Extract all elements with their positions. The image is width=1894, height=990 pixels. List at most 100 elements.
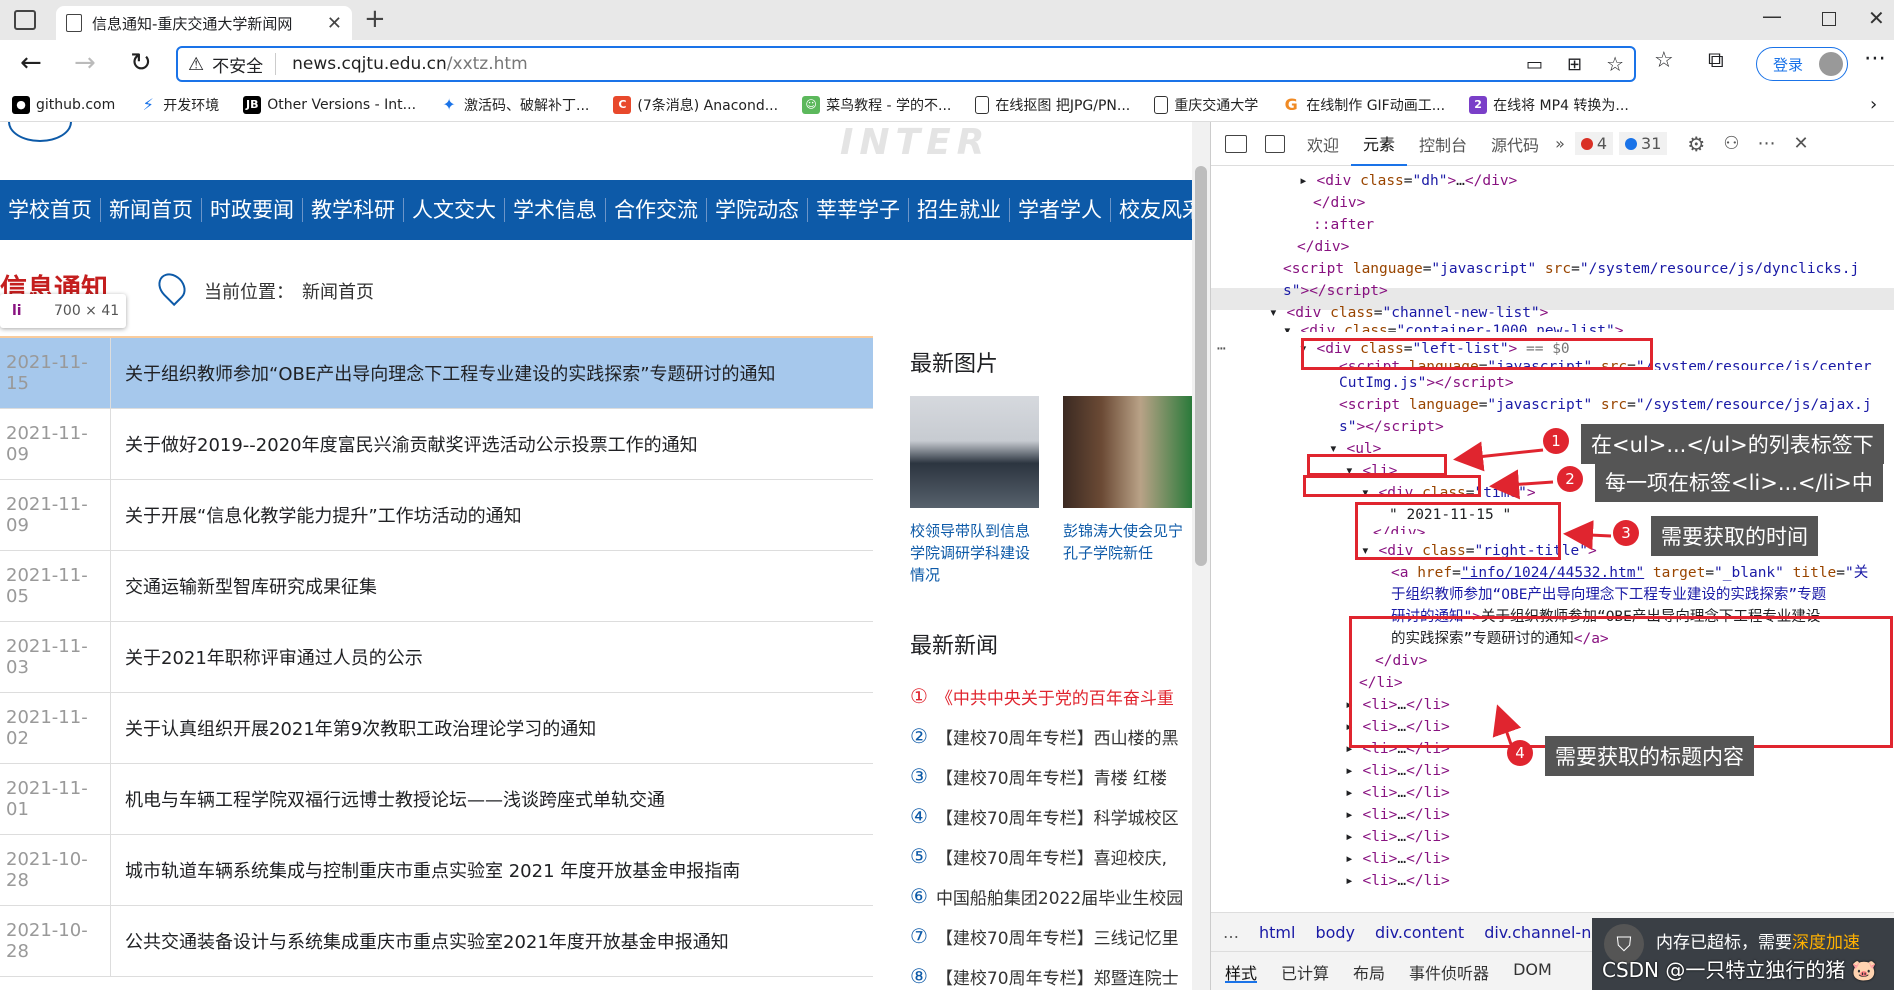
dom-line[interactable]: ▸ <li>…</li> (1345, 804, 1450, 826)
latest-news-item[interactable]: ③ 【建校70周年专栏】青楼 红楼 (910, 756, 1192, 796)
news-title[interactable]: 关于2021年职称评审通过人员的公示 (110, 622, 423, 692)
collections-icon[interactable]: ⧉ (1708, 48, 1724, 73)
dom-line[interactable]: </div> (1313, 192, 1365, 214)
latest-news-text[interactable]: 【建校70周年专栏】喜迎校庆, (936, 844, 1167, 869)
news-title[interactable]: 城市轨道车辆系统集成与控制重庆市重点实验室 2021 年度开放基金申报指南 (110, 835, 740, 905)
back-icon[interactable]: ← (20, 48, 42, 78)
nav-item[interactable]: 合作交流 (606, 198, 707, 222)
tab-actions-icon[interactable] (14, 10, 36, 30)
bookmark-item[interactable]: ☺ 菜鸟教程 - 学的不... (790, 95, 963, 115)
news-row[interactable]: 2021-11-15 关于组织教师参加“OBE产出导向理念下工程专业建设的实践探索… (0, 338, 873, 409)
bookmark-item[interactable]: 在线抠图 把JPG/PN... (963, 95, 1142, 115)
devtools-close-icon[interactable]: ✕ (1793, 133, 1808, 154)
nav-item[interactable]: 莘莘学子 (808, 198, 909, 222)
favorite-add-icon[interactable]: ☆ (1606, 52, 1624, 76)
nav-item[interactable]: 学校首页 (0, 198, 101, 222)
dom-line[interactable]: ▸ <li>…</li> (1345, 782, 1450, 804)
device-icon[interactable] (1265, 134, 1285, 153)
dom-line[interactable]: <script language="javascript" src="/syst… (1283, 258, 1859, 280)
news-row[interactable]: 2021-11-01 机电与车辆工程学院双福行远博士教授论坛——浅谈跨座式单轨交通 (0, 764, 873, 835)
latest-news-text[interactable]: 《中共中央关于党的百年奋斗重 (936, 684, 1174, 709)
refresh-icon[interactable]: ↻ (130, 48, 152, 78)
photo-image[interactable] (910, 396, 1039, 508)
news-title[interactable]: 机电与车辆工程学院双福行远博士教授论坛——浅谈跨座式单轨交通 (110, 764, 665, 834)
nav-item[interactable]: 学术信息 (505, 198, 606, 222)
news-title[interactable]: 关于组织教师参加“OBE产出导向理念下工程专业建设的实践探索”专题研讨的通知 (110, 338, 776, 408)
bookmark-item[interactable]: 重庆交通大学 (1142, 95, 1270, 115)
devtools-tab[interactable]: 控制台 (1407, 122, 1479, 166)
dom-line[interactable]: ▸ <div class="dh">…</div> (1299, 170, 1517, 192)
bookmark-item[interactable]: ● github.com (0, 95, 127, 114)
inspect-icon[interactable] (1225, 134, 1247, 153)
system-toast[interactable]: ⛉ 内存已超标，需要深度加速 CSDN @一只特立独行的猪 🐷 (1592, 918, 1894, 990)
news-row[interactable]: 2021-11-05 交通运输新型智库研究成果征集 (0, 551, 873, 622)
dom-line[interactable]: ▸ <li>…</li> (1345, 870, 1450, 892)
news-title[interactable]: 关于做好2019--2020年度富民兴渝贡献奖评选活动公示投票工作的通知 (110, 409, 698, 479)
news-row[interactable]: 2021-11-09 关于开展“信息化教学能力提升”工作坊活动的通知 (0, 480, 873, 551)
nav-item[interactable]: 学院动态 (707, 198, 808, 222)
latest-news-item[interactable]: ② 【建校70周年专栏】西山楼的黑 (910, 716, 1192, 756)
news-row[interactable]: 2021-11-02 关于认真组织开展2021年第9次教职工政治理论学习的通知 (0, 693, 873, 764)
photo-caption[interactable]: 彭锦涛大使会见宁孔子学院新任 (1063, 520, 1192, 564)
styles-tab[interactable]: DOM (1513, 960, 1552, 983)
news-title[interactable]: 关于认真组织开展2021年第9次教职工政治理论学习的通知 (110, 693, 596, 763)
bookmark-item[interactable]: 2 在线将 MP4 转换为... (1457, 95, 1641, 115)
dom-line[interactable]: CutImg.js"></script> (1339, 372, 1514, 394)
breadcrumb-node[interactable]: html (1259, 923, 1295, 942)
dom-line[interactable]: s"></script> (1283, 280, 1388, 302)
nav-item[interactable]: 校友风采 (1111, 198, 1192, 222)
new-tab-icon[interactable]: + (364, 4, 386, 34)
breadcrumb-node[interactable]: div.content (1375, 923, 1464, 942)
close-window-icon[interactable]: ✕ (1868, 6, 1885, 30)
nav-item[interactable]: 人文交大 (404, 198, 505, 222)
more-menu-icon[interactable]: ⋯ (1864, 46, 1886, 71)
minimize-icon[interactable]: — (1762, 4, 1782, 28)
news-title[interactable]: 公共交通装备设计与系统集成重庆市重点实验室2021年度开放基金申报通知 (110, 906, 729, 976)
favorites-icon[interactable]: ☆ (1654, 48, 1674, 73)
address-bar[interactable]: ⚠ 不安全 news.cqjtu.edu.cn /xxtz.htm ▭ ⊞ ☆ (176, 46, 1636, 82)
latest-news-text[interactable]: 【建校70周年专栏】三线记忆里 (936, 924, 1179, 949)
devtools-more-icon[interactable]: ⋯ (1757, 133, 1775, 154)
bookmark-item[interactable]: C (7条消息) Anacond... (601, 95, 790, 115)
photo-image[interactable] (1063, 396, 1192, 508)
forward-icon[interactable]: → (74, 48, 96, 78)
message-badge[interactable]: 31 (1619, 132, 1668, 155)
bookmark-item[interactable]: ✦ 激活码、破解补丁... (428, 95, 601, 115)
photo-caption[interactable]: 校领导带队到信息学院调研学科建设情况 (910, 520, 1039, 586)
bookmark-item[interactable]: JB Other Versions - Int... (231, 95, 428, 114)
crumb-value[interactable]: 新闻首页 (302, 278, 374, 304)
nav-item[interactable]: 新闻首页 (101, 198, 202, 222)
news-row[interactable]: 2021-10-28 公共交通装备设计与系统集成重庆市重点实验室2021年度开放基… (0, 906, 873, 977)
breadcrumb-more-icon[interactable]: … (1223, 923, 1239, 942)
dom-line[interactable]: <a href="info/1024/44532.htm" target="_b… (1391, 562, 1868, 584)
connect-icon[interactable]: ⚇ (1723, 133, 1739, 154)
bookmark-item[interactable]: ⚡ 开发环境 (127, 95, 231, 115)
nav-item[interactable]: 学者学人 (1010, 198, 1111, 222)
latest-news-text[interactable]: 【建校70周年专栏】西山楼的黑 (936, 724, 1179, 749)
close-tab-icon[interactable]: ✕ (327, 13, 342, 34)
breadcrumb-node[interactable]: body (1315, 923, 1355, 942)
dom-line[interactable]: </div> (1297, 236, 1349, 258)
scrollbar-thumb[interactable] (1195, 166, 1207, 566)
news-title[interactable]: 交通运输新型智库研究成果征集 (110, 551, 377, 621)
browser-tab[interactable]: 信息通知-重庆交通大学新闻网 ✕ (56, 6, 352, 40)
page-scrollbar[interactable] (1192, 122, 1210, 990)
latest-news-item[interactable]: ⑦ 【建校70周年专栏】三线记忆里 (910, 916, 1192, 956)
devtools-tab[interactable]: 欢迎 (1295, 122, 1351, 166)
styles-tab[interactable]: 事件侦听器 (1409, 960, 1489, 983)
latest-news-text[interactable]: 【建校70周年专栏】郑暨连院士 (936, 964, 1179, 989)
settings-gear-icon[interactable]: ⚙ (1687, 132, 1705, 156)
latest-news-text[interactable]: 【建校70周年专栏】青楼 红楼 (936, 764, 1167, 789)
news-row[interactable]: 2021-11-03 关于2021年职称评审通过人员的公示 (0, 622, 873, 693)
dom-line[interactable]: 于组织教师参加“OBE产出导向理念下工程专业建设的实践探索”专题 (1391, 584, 1826, 606)
restore-icon[interactable] (1822, 12, 1836, 26)
news-row[interactable]: 2021-10-28 城市轨道车辆系统集成与控制重庆市重点实验室 2021 年度开… (0, 835, 873, 906)
breadcrumb-node[interactable]: div.channel-ne (1484, 923, 1601, 942)
apps-icon[interactable]: ⊞ (1567, 54, 1582, 75)
toast-highlight[interactable]: 深度加速 (1792, 933, 1860, 953)
nav-item[interactable]: 招生就业 (909, 198, 1010, 222)
news-title[interactable]: 关于开展“信息化教学能力提升”工作坊活动的通知 (110, 480, 522, 550)
bookmark-item[interactable]: G 在线制作 GIF动画工... (1270, 95, 1457, 115)
latest-news-text[interactable]: 中国船舶集团2022届毕业生校园 (936, 884, 1183, 909)
news-row[interactable]: 2021-11-09 关于做好2019--2020年度富民兴渝贡献奖评选活动公示投… (0, 409, 873, 480)
